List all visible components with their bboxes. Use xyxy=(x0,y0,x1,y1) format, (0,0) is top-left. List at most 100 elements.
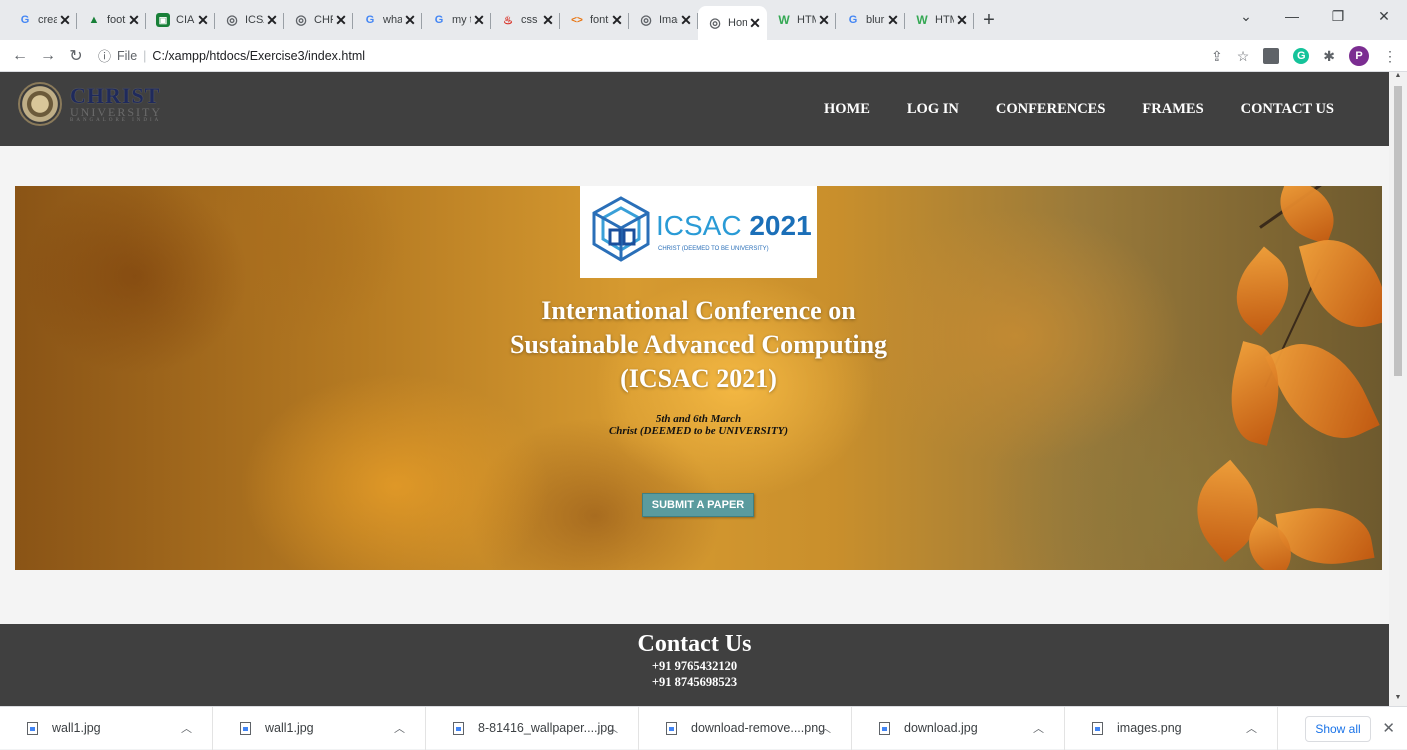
logo-line-location: BANGALORE INDIA xyxy=(70,117,162,123)
close-tab-icon[interactable]: ✕ xyxy=(59,12,71,29)
globe-icon: ◎ xyxy=(226,12,238,27)
forward-arrow-icon[interactable]: → xyxy=(34,47,62,65)
browser-tab[interactable]: Gcreat✕ xyxy=(8,0,77,40)
page-scrollbar[interactable]: ▲ ▼ xyxy=(1389,72,1407,706)
back-arrow-icon[interactable]: ← xyxy=(6,47,34,65)
minimize-button[interactable]: — xyxy=(1269,0,1315,32)
code-icon: <> xyxy=(571,14,583,26)
close-tab-icon[interactable]: ✕ xyxy=(335,12,347,29)
download-item[interactable]: 8-81416_wallpaper....jpg ︿ xyxy=(426,706,639,750)
file-icon xyxy=(453,721,464,735)
download-item[interactable]: download.jpg ︿ xyxy=(852,706,1065,750)
close-tab-icon[interactable]: ✕ xyxy=(473,12,485,29)
chevron-up-icon[interactable]: ︿ xyxy=(1033,720,1044,736)
browser-tab[interactable]: Gblurr✕ xyxy=(836,0,905,40)
toolbar-actions: ⇪ ☆ ? G ✱ P ⋮ xyxy=(1211,40,1397,72)
extension-help-icon[interactable]: ? xyxy=(1263,48,1280,64)
nav-home[interactable]: HOME xyxy=(824,101,870,118)
browser-tab[interactable]: <> font-✕ xyxy=(560,0,629,40)
chevron-up-icon[interactable]: ︿ xyxy=(1246,720,1257,736)
file-icon xyxy=(879,721,890,735)
tab-search-icon[interactable]: ⌄ xyxy=(1223,0,1269,32)
url-text[interactable]: C:/xampp/htdocs/Exercise3/index.html xyxy=(152,49,365,63)
scroll-down-icon[interactable]: ▼ xyxy=(1389,694,1407,706)
close-downloads-icon[interactable]: ✕ xyxy=(1382,719,1395,737)
reload-icon[interactable]: ↻ xyxy=(62,46,90,66)
scroll-up-icon[interactable]: ▲ xyxy=(1389,72,1407,84)
nav-frames[interactable]: FRAMES xyxy=(1142,101,1203,118)
browser-tab[interactable]: ◎ Hom ✕ xyxy=(698,6,767,40)
info-icon[interactable]: ⓘ xyxy=(98,46,111,65)
submit-paper-button[interactable]: SUBMIT A PAPER xyxy=(642,493,754,517)
chevron-up-icon[interactable]: ︿ xyxy=(181,720,192,736)
downloads-bar: wall1.jpg ︿ wall1.jpg ︿ 8-81416_wallpaper...… xyxy=(0,706,1407,750)
nav-conferences[interactable]: CONFERENCES xyxy=(996,101,1106,118)
file-icon xyxy=(240,721,251,735)
university-logo[interactable]: CHRIST UNIVERSITY BANGALORE INDIA xyxy=(18,82,162,126)
browser-tab[interactable]: ♨ css -✕ xyxy=(491,0,560,40)
title-line-1: International Conference on xyxy=(541,296,856,325)
maximize-button[interactable]: ❐ xyxy=(1315,0,1361,32)
profile-avatar[interactable]: P xyxy=(1349,46,1369,66)
w3schools-icon: W xyxy=(778,13,790,27)
browser-tab[interactable]: ◎ Imag✕ xyxy=(629,0,698,40)
menu-kebab-icon[interactable]: ⋮ xyxy=(1383,48,1397,65)
download-item[interactable]: wall1.jpg ︿ xyxy=(0,706,213,750)
close-tab-icon[interactable]: ✕ xyxy=(956,12,968,29)
browser-tab[interactable]: W HTM✕ xyxy=(767,0,836,40)
chevron-up-icon[interactable]: ︿ xyxy=(820,720,831,736)
close-tab-icon[interactable]: ✕ xyxy=(404,12,416,29)
tab-title: blurr xyxy=(866,14,885,26)
grammarly-extension-icon[interactable]: G xyxy=(1293,48,1310,64)
nav-contact-us[interactable]: CONTACT US xyxy=(1241,101,1334,118)
show-all-downloads-button[interactable]: Show all xyxy=(1305,716,1371,742)
tab-title: css - xyxy=(521,14,540,26)
tab-list: Gcreat✕▲footi✕▣CIA 1✕◎ICSA✕◎CHRI✕Gwhat✕G… xyxy=(0,0,974,40)
scheme-label: File xyxy=(117,48,138,63)
close-tab-icon[interactable]: ✕ xyxy=(542,12,554,29)
google-icon: G xyxy=(365,14,375,26)
download-item[interactable]: wall1.jpg ︿ xyxy=(213,706,426,750)
scrollbar-thumb[interactable] xyxy=(1394,86,1402,376)
download-filename: download.jpg xyxy=(904,721,978,735)
tab-title: ICSA xyxy=(245,14,264,26)
close-tab-icon[interactable]: ✕ xyxy=(197,12,209,29)
download-item[interactable]: download-remove....png ︿ xyxy=(639,706,852,750)
tab-title: footi xyxy=(107,14,126,26)
close-tab-icon[interactable]: ✕ xyxy=(887,12,899,29)
extensions-puzzle-icon[interactable]: ✱ xyxy=(1323,48,1335,65)
new-tab-button[interactable]: + xyxy=(974,0,1004,40)
main-nav: HOME LOG IN CONFERENCES FRAMES CONTACT U… xyxy=(824,72,1334,146)
chevron-up-icon[interactable]: ︿ xyxy=(394,720,405,736)
conf-logo-name: ICSAC 2021 xyxy=(656,210,812,242)
close-tab-icon[interactable]: ✕ xyxy=(749,15,761,32)
tab-title: Imag xyxy=(659,14,678,26)
browser-tab[interactable]: W HTM✕ xyxy=(905,0,974,40)
close-tab-icon[interactable]: ✕ xyxy=(128,12,140,29)
share-icon[interactable]: ⇪ xyxy=(1211,48,1223,65)
browser-tab-strip: Gcreat✕▲footi✕▣CIA 1✕◎ICSA✕◎CHRI✕Gwhat✕G… xyxy=(0,0,1407,40)
browser-tab[interactable]: ◎ ICSA✕ xyxy=(215,0,284,40)
browser-tab[interactable]: Gmy ti✕ xyxy=(422,0,491,40)
close-tab-icon[interactable]: ✕ xyxy=(266,12,278,29)
browser-tab[interactable]: ▲ footi ✕ xyxy=(77,0,146,40)
chevron-up-icon[interactable]: ︿ xyxy=(607,720,618,736)
download-item[interactable]: images.png ︿ xyxy=(1065,706,1278,750)
address-bar[interactable]: ⓘ File | C:/xampp/htdocs/Exercise3/index… xyxy=(98,44,365,68)
close-tab-icon[interactable]: ✕ xyxy=(818,12,830,29)
drive-icon: ▲ xyxy=(88,14,100,26)
bookmark-star-icon[interactable]: ☆ xyxy=(1237,48,1250,65)
hero-banner: ICSAC 2021 CHRIST (DEEMED TO BE UNIVERSI… xyxy=(15,186,1382,570)
conference-title: International Conference on Sustainable … xyxy=(15,294,1382,396)
browser-tab[interactable]: ◎ CHRI✕ xyxy=(284,0,353,40)
close-window-button[interactable]: ✕ xyxy=(1361,0,1407,32)
nav-login[interactable]: LOG IN xyxy=(907,101,959,118)
logo-line-university: UNIVERSITY xyxy=(70,104,162,119)
close-tab-icon[interactable]: ✕ xyxy=(680,12,692,29)
browser-tab[interactable]: ▣ CIA 1✕ xyxy=(146,0,215,40)
conf-logo-acronym: ICSAC xyxy=(656,210,742,241)
icsac-logo: ICSAC 2021 CHRIST (DEEMED TO BE UNIVERSI… xyxy=(580,186,817,278)
browser-tab[interactable]: Gwhat✕ xyxy=(353,0,422,40)
title-line-2: Sustainable Advanced Computing xyxy=(509,330,888,359)
close-tab-icon[interactable]: ✕ xyxy=(611,12,623,29)
